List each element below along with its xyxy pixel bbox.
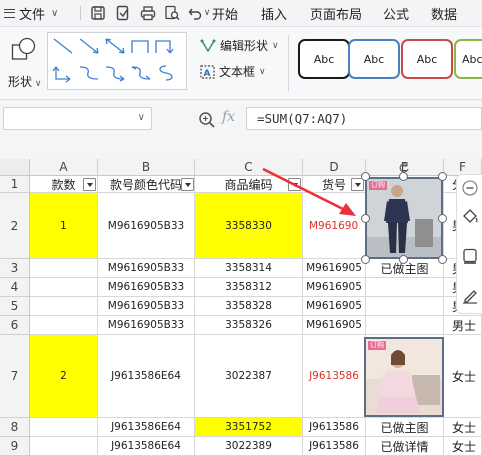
export-pdf-icon[interactable] [114,4,132,22]
formula-bar: ∨ fx =SUM(Q7:AQ7) [0,100,482,159]
pen-edit-icon[interactable] [461,286,479,304]
file-menu-label: 文件 [19,7,46,23]
ribbon-divider [288,35,289,91]
line-shapes-gallery[interactable] [47,32,187,90]
shape-style-black[interactable]: Abc [298,39,350,79]
print-icon[interactable] [139,4,157,22]
edit-shape-label: 编辑形状 [220,39,269,53]
outline-shape-icon[interactable] [461,247,479,265]
fill-bucket-icon[interactable] [461,207,479,225]
shape-button[interactable]: 形状 ∨ [6,35,44,91]
tab-page-layout[interactable]: 页面布局 [310,4,362,23]
style-sample-text: Abc [363,52,385,66]
style-sample-text: Abc [313,52,335,66]
file-menu-button[interactable]: 文件 ∨ [4,3,58,23]
spreadsheet-grid: A B C D E F 1 2 3 4 5 6 7 8 9 款数 款号颜色代码 … [0,159,482,456]
tab-data[interactable]: 数据 [431,4,457,23]
edit-shape-button[interactable]: 编辑形状 ∨ [200,37,279,54]
menu-bar: 文件 ∨ ∨ 开始 插入 页面布局 公式 数据 [0,0,482,27]
print-preview-icon[interactable] [163,4,181,22]
ribbon: 形状 ∨ 编辑形状 ∨ A 文本框 ∨ Abc Abc Abc Abc [0,27,482,100]
shape-style-green[interactable]: Abc [454,39,482,79]
textbox-label: 文本框 [219,65,256,79]
textbox-icon: A [200,64,215,79]
chevron-down-icon: ∨ [51,7,59,19]
textbox-button[interactable]: A 文本框 ∨ [200,63,266,80]
chevron-down-icon: ∨ [137,112,145,123]
style-sample-text: Abc [416,52,438,66]
zoom-search-icon[interactable] [198,111,216,129]
menu-divider [80,6,81,20]
chevron-down-icon: ∨ [259,66,266,77]
floating-side-toolbar [456,174,482,314]
shape-style-blue[interactable]: Abc [348,39,400,79]
edit-shape-icon [200,39,216,52]
tab-insert[interactable]: 插入 [261,4,287,23]
shape-style-red[interactable]: Abc [401,39,453,79]
fx-icon[interactable]: fx [222,109,235,125]
formula-input[interactable]: =SUM(Q7:AQ7) [246,107,482,130]
red-arrow-annotation [262,167,356,216]
save-icon[interactable] [89,4,107,22]
hamburger-icon [4,8,15,18]
collapse-icon[interactable] [461,179,479,197]
shape-icon [11,37,36,60]
svg-text:A: A [204,69,211,79]
style-sample-text: Abc [462,52,482,66]
name-box[interactable]: ∨ [3,107,152,130]
shape-label: 形状 ∨ [8,75,42,89]
tab-formulas[interactable]: 公式 [383,4,409,23]
chevron-down-icon: ∨ [272,40,279,51]
tab-home[interactable]: 开始 [212,4,238,23]
